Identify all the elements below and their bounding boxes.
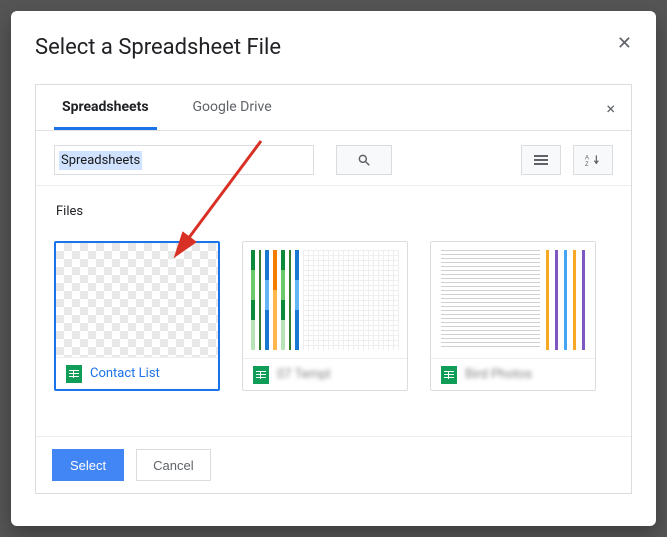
content: Files Contact List [36, 185, 631, 436]
cancel-button[interactable]: Cancel [136, 449, 210, 481]
file-thumbnail [243, 242, 407, 358]
search-value: Spreadsheets [59, 151, 142, 170]
file-name: Contact List [90, 366, 160, 381]
dialog: Select a Spreadsheet File ✕ Spreadsheets… [11, 11, 656, 526]
list-icon [534, 155, 548, 165]
tab-spreadsheets[interactable]: Spreadsheets [54, 85, 157, 130]
picker-panel: Spreadsheets Google Drive × Spreadsheets… [35, 84, 632, 494]
sheets-icon [441, 366, 457, 384]
search-button[interactable] [336, 145, 392, 175]
files-scroll[interactable]: Files Contact List [36, 186, 631, 436]
sheets-icon [66, 365, 82, 383]
dialog-title: Select a Spreadsheet File [35, 35, 632, 60]
sheets-icon [253, 366, 269, 384]
files-row: Contact List 07 Templ [54, 241, 613, 436]
file-footer: Bird Photos [431, 358, 595, 390]
file-thumbnail [431, 242, 595, 358]
search-input[interactable]: Spreadsheets [54, 145, 314, 175]
file-name: Bird Photos [465, 367, 532, 382]
view-list-button[interactable] [521, 145, 561, 175]
tab-google-drive[interactable]: Google Drive [185, 85, 280, 130]
file-footer: Contact List [56, 357, 218, 389]
svg-text:Z: Z [585, 162, 589, 167]
file-thumbnail [56, 243, 218, 357]
toolbar: Spreadsheets AZ [36, 131, 631, 185]
button-bar: Select Cancel [36, 436, 631, 493]
sort-button[interactable]: AZ [573, 145, 613, 175]
search-icon [357, 153, 371, 167]
file-card-3[interactable]: Bird Photos [430, 241, 596, 391]
dialog-close-icon[interactable]: ✕ [617, 33, 632, 54]
file-name: 07 Templ [277, 367, 330, 382]
file-footer: 07 Templ [243, 358, 407, 390]
file-card-contact-list[interactable]: Contact List [54, 241, 220, 391]
select-button[interactable]: Select [52, 449, 124, 481]
tabs-close-icon[interactable]: × [606, 99, 615, 118]
sort-az-icon: AZ [585, 153, 601, 167]
files-heading: Files [56, 204, 613, 219]
tabs: Spreadsheets Google Drive × [36, 85, 631, 131]
file-card-2[interactable]: 07 Templ [242, 241, 408, 391]
svg-text:A: A [585, 155, 589, 161]
